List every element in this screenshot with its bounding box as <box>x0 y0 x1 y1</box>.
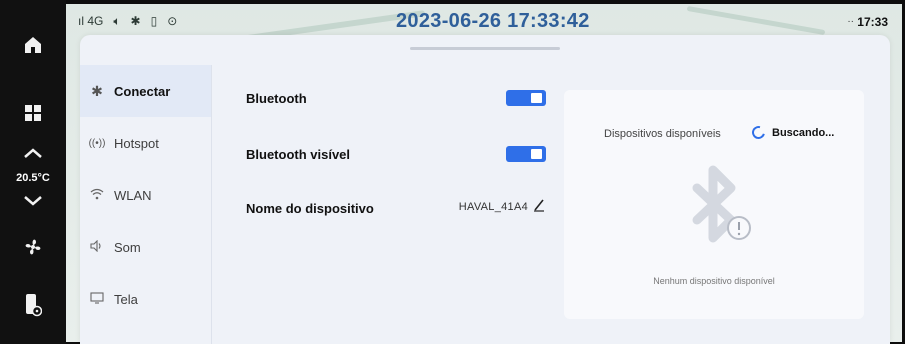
screen: 20.5°C ıl 4G 🔈︎ ✱ ▯ ⊙ 2023-06-26 17:33:4… <box>0 0 905 344</box>
bluetooth-visible-row: Bluetooth visível <box>246 139 546 169</box>
device-name-value: HAVAL_41A4 <box>458 201 528 213</box>
sidebar-item-tela[interactable]: Tela <box>80 273 211 325</box>
phone-settings-icon[interactable] <box>0 288 66 322</box>
sidebar-item-wlan[interactable]: WLAN <box>80 169 211 221</box>
home-icon[interactable] <box>0 28 66 62</box>
left-rail: 20.5°C <box>0 0 66 344</box>
bluetooth-visible-label: Bluetooth visível <box>246 146 351 162</box>
bluetooth-visible-toggle[interactable] <box>506 146 546 162</box>
sidebar-item-label: Conectar <box>114 83 171 99</box>
more-indicator: ·· <box>847 16 854 27</box>
signal-indicator: ıl 4G <box>78 14 104 28</box>
temp-up-icon[interactable] <box>0 140 66 166</box>
settings-sidebar: ✱ Conectar ((•)) Hotspot WLAN Som Tela <box>80 65 211 344</box>
available-devices-card: Dispositivos disponíveis Buscando... Nen… <box>564 90 864 319</box>
device-name-label: Nome do dispositivo <box>246 200 374 216</box>
sidebar-item-label: Tela <box>114 291 138 307</box>
sidebar-item-label: WLAN <box>114 187 152 203</box>
sidebar-item-label: Som <box>114 239 141 255</box>
status-icons: ıl 4G 🔈︎ ✱ ▯ ⊙ <box>78 14 177 29</box>
settings-panel: ✱ Conectar ((•)) Hotspot WLAN Som Tela B… <box>80 35 890 344</box>
bluetooth-warning-icon <box>692 165 751 243</box>
monitor-icon <box>80 291 114 307</box>
volume-icon: 🔈︎ <box>113 14 121 28</box>
location-pin-icon: ⊙ <box>167 14 178 28</box>
bluetooth-label: Bluetooth <box>246 90 307 106</box>
drag-handle[interactable] <box>410 47 560 50</box>
device-name-row: Nome do dispositivo HAVAL_41A4 <box>246 193 546 223</box>
fan-icon[interactable] <box>0 232 66 262</box>
temperature-readout: 20.5°C <box>16 172 50 184</box>
edit-icon[interactable] <box>532 198 546 215</box>
bluetooth-row: Bluetooth <box>246 83 546 113</box>
loading-spinner-icon <box>749 123 768 142</box>
sidebar-item-som[interactable]: Som <box>80 221 211 273</box>
searching-status: Buscando... <box>772 127 835 139</box>
speaker-icon <box>80 239 114 255</box>
sidebar-divider <box>211 65 212 344</box>
sidebar-item-label: Hotspot <box>114 135 159 151</box>
phone-icon: ▯ <box>150 14 158 28</box>
sidebar-item-hotspot[interactable]: ((•)) Hotspot <box>80 117 211 169</box>
sidebar-item-conectar[interactable]: ✱ Conectar <box>80 65 211 117</box>
bluetooth-toggle[interactable] <box>506 90 546 106</box>
bluetooth-icon: ✱ <box>91 82 103 99</box>
devices-title: Dispositivos disponíveis <box>604 128 721 140</box>
hotspot-icon: ((•)) <box>88 137 106 149</box>
empty-devices-message: Nenhum dispositivo disponível <box>653 276 775 286</box>
wifi-icon <box>80 187 114 203</box>
temp-down-icon[interactable] <box>0 188 66 214</box>
apps-grid-icon[interactable] <box>0 96 66 130</box>
bluetooth-icon: ✱ <box>130 14 141 28</box>
clock: 17:33 <box>857 15 888 29</box>
datetime: 2023-06-26 17:33:42 <box>396 10 590 32</box>
